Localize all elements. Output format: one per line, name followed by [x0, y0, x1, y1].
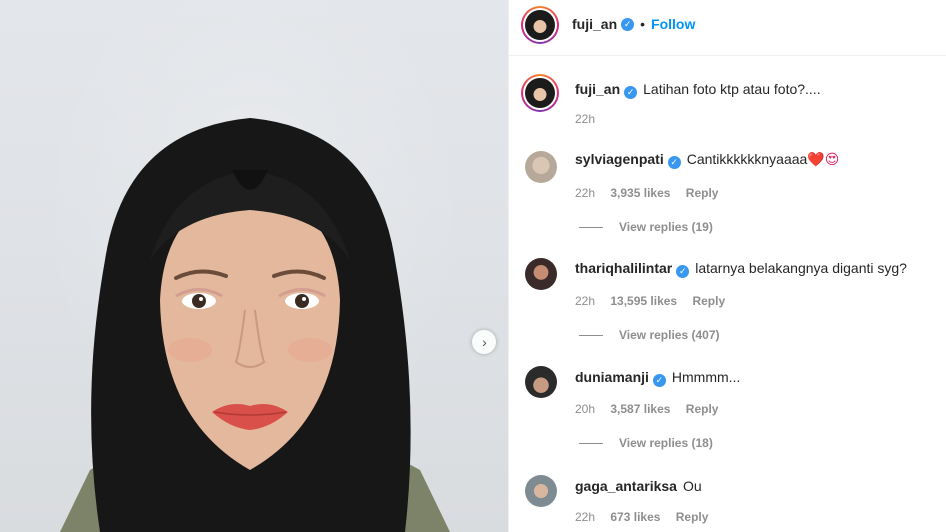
- comment-likes[interactable]: 3,587 likes: [610, 402, 670, 416]
- caption-line: fuji_an ✓ Latihan foto ktp atau foto?....: [575, 80, 821, 99]
- comment-username[interactable]: gaga_antariksa: [575, 478, 677, 494]
- next-photo-button[interactable]: ›: [472, 330, 496, 354]
- chevron-right-icon: ›: [482, 334, 487, 350]
- view-replies-label: View replies (407): [619, 328, 720, 342]
- divider-line: [579, 442, 603, 444]
- comment-username[interactable]: thariqhalilintar: [575, 260, 672, 276]
- view-replies-button[interactable]: View replies (18): [579, 436, 713, 450]
- reply-button[interactable]: Reply: [676, 510, 709, 524]
- comment-time[interactable]: 20h: [575, 402, 595, 416]
- comment-likes[interactable]: 673 likes: [610, 510, 660, 524]
- commenter-avatar[interactable]: [525, 366, 557, 398]
- verified-badge-icon: ✓: [652, 374, 666, 387]
- reply-button[interactable]: Reply: [686, 186, 719, 200]
- comment-time[interactable]: 22h: [575, 294, 595, 308]
- comment-line: sylviagenpati ✓ Cantikkkkkknyaaaa❤️😍: [575, 150, 839, 169]
- comment-likes[interactable]: 13,595 likes: [610, 294, 677, 308]
- verified-badge-icon: ✓: [621, 17, 635, 31]
- comment-text: Cantikkkkkknyaaaa: [686, 151, 808, 167]
- separator-dot: •: [640, 16, 646, 32]
- comment-meta: 22h 3,935 likes Reply: [575, 186, 730, 200]
- divider-line: [579, 334, 603, 336]
- comment-time[interactable]: 22h: [575, 186, 595, 200]
- comment-time[interactable]: 22h: [575, 510, 595, 524]
- comment-meta: 22h 13,595 likes Reply: [575, 294, 737, 308]
- comment-likes[interactable]: 3,935 likes: [610, 186, 670, 200]
- view-replies-label: View replies (19): [619, 220, 713, 234]
- post-header: fuji_an ✓ • Follow: [509, 0, 946, 56]
- follow-button[interactable]: Follow: [651, 16, 695, 32]
- verified-badge-icon: ✓: [676, 265, 690, 278]
- caption-meta: 22h: [575, 112, 607, 126]
- post-photo: ›: [0, 0, 508, 532]
- portrait-illustration: [60, 118, 450, 532]
- verified-badge-icon: ✓: [624, 86, 638, 99]
- comment-line: duniamanji ✓ Hmmmm...: [575, 368, 740, 387]
- commenter-avatar[interactable]: [525, 258, 557, 290]
- commenter-avatar[interactable]: [525, 151, 557, 183]
- comment-meta: 22h 673 likes Reply: [575, 510, 720, 524]
- comment-text: Ou: [682, 478, 702, 494]
- view-replies-label: View replies (18): [619, 436, 713, 450]
- caption-text: Latihan foto ktp atau foto?....: [643, 81, 821, 97]
- caption-avatar[interactable]: [521, 74, 559, 112]
- comment-line: thariqhalilintar ✓ latarnya belakangnya di…: [575, 259, 907, 278]
- comment-line: gaga_antariksa Ou: [575, 477, 702, 495]
- reply-button[interactable]: Reply: [686, 402, 719, 416]
- comment-emoji: ❤️😍: [807, 151, 840, 167]
- caption-username[interactable]: fuji_an: [575, 81, 620, 97]
- comment-username[interactable]: duniamanji: [575, 369, 649, 385]
- comment-text: latarnya belakangnya diganti syg?: [695, 260, 907, 276]
- view-replies-button[interactable]: View replies (407): [579, 328, 720, 342]
- divider-line: [579, 226, 603, 228]
- comment-username[interactable]: sylviagenpati: [575, 151, 664, 167]
- author-avatar[interactable]: [521, 6, 559, 44]
- caption-time[interactable]: 22h: [575, 112, 595, 126]
- author-username[interactable]: fuji_an: [572, 16, 617, 32]
- comments-panel: fuji_an ✓ • Follow fuji_an ✓ Latihan foto …: [508, 0, 946, 532]
- verified-badge-icon: ✓: [667, 156, 681, 169]
- commenter-avatar[interactable]: [525, 475, 557, 507]
- reply-button[interactable]: Reply: [692, 294, 725, 308]
- comment-text: Hmmmm...: [671, 369, 741, 385]
- comment-meta: 20h 3,587 likes Reply: [575, 402, 730, 416]
- view-replies-button[interactable]: View replies (19): [579, 220, 713, 234]
